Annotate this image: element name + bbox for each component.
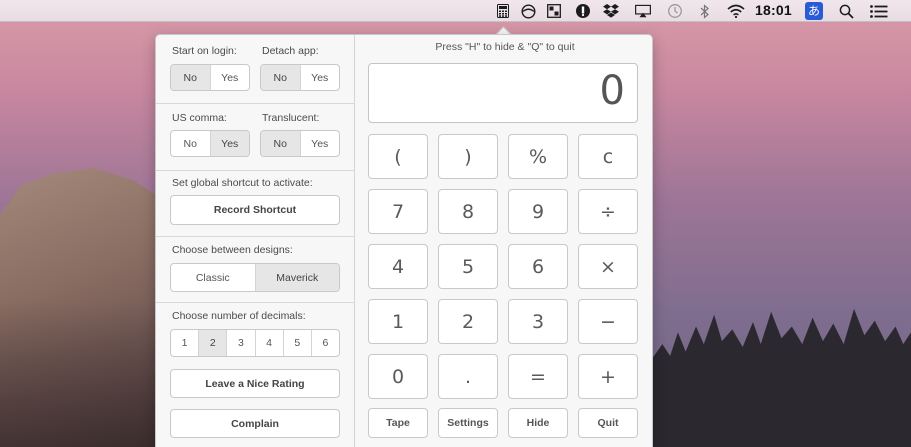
key-3[interactable]: 3: [508, 299, 568, 344]
us-comma-toggle: No Yes: [170, 130, 250, 157]
calculator-icon[interactable]: [495, 3, 511, 19]
design-section: Choose between designs: Classic Maverick: [156, 237, 355, 303]
sleep-icon[interactable]: [520, 3, 536, 19]
start-on-login-no[interactable]: No: [171, 65, 211, 90]
us-comma-no[interactable]: No: [171, 131, 211, 156]
tape-button[interactable]: Tape: [368, 408, 428, 438]
detach-app-no[interactable]: No: [261, 65, 301, 90]
keyboard-hint: Press "H" to hide & "Q" to quit: [435, 41, 575, 53]
design-toggle: Classic Maverick: [170, 263, 340, 292]
start-on-login-label: Start on login:: [172, 45, 237, 57]
cliff-shadow: [0, 300, 170, 447]
detach-app-yes[interactable]: Yes: [301, 65, 340, 90]
decimals-section: Choose number of decimals: 1 2 3 4 5 6 L…: [156, 303, 355, 447]
time-machine-icon[interactable]: [667, 3, 683, 19]
decimals-1[interactable]: 1: [171, 330, 200, 356]
record-shortcut-button[interactable]: Record Shortcut: [170, 195, 340, 225]
airplay-icon[interactable]: [635, 3, 651, 19]
key-equals[interactable]: =: [508, 354, 568, 399]
key-close-paren[interactable]: ): [438, 134, 498, 179]
design-label: Choose between designs:: [172, 244, 293, 256]
calculator-popover: Start on login: No Yes Detach app: No Ye…: [155, 34, 653, 447]
password-icon[interactable]: [575, 3, 591, 19]
key-percent[interactable]: %: [508, 134, 568, 179]
decimals-3[interactable]: 3: [227, 330, 256, 356]
decimals-selector: 1 2 3 4 5 6: [170, 329, 340, 357]
us-comma-label: US comma:: [172, 112, 227, 124]
rate-button[interactable]: Leave a Nice Rating: [170, 369, 340, 398]
decimals-6[interactable]: 6: [312, 330, 339, 356]
key-0[interactable]: 0: [368, 354, 428, 399]
key-subtract[interactable]: −: [578, 299, 638, 344]
hide-button[interactable]: Hide: [508, 408, 568, 438]
design-classic[interactable]: Classic: [171, 264, 256, 291]
key-5[interactable]: 5: [438, 244, 498, 289]
decimals-5[interactable]: 5: [284, 330, 312, 356]
translucent-label: Translucent:: [262, 112, 320, 124]
shortcut-label: Set global shortcut to activate:: [172, 177, 313, 189]
settings-button[interactable]: Settings: [438, 408, 498, 438]
decimals-4[interactable]: 4: [256, 330, 284, 356]
calculator-display: 0: [368, 63, 638, 123]
notification-center-icon[interactable]: [869, 3, 889, 19]
start-on-login-yes[interactable]: Yes: [211, 65, 250, 90]
key-clear[interactable]: c: [578, 134, 638, 179]
display-value: 0: [599, 68, 625, 114]
window-icon[interactable]: [546, 3, 562, 19]
key-7[interactable]: 7: [368, 189, 428, 234]
startup-section: Start on login: No Yes Detach app: No Ye…: [156, 35, 355, 104]
key-8[interactable]: 8: [438, 189, 498, 234]
shortcut-section: Set global shortcut to activate: Record …: [156, 171, 355, 237]
complain-button[interactable]: Complain: [170, 409, 340, 438]
translucent-no[interactable]: No: [261, 131, 301, 156]
key-decimal[interactable]: .: [438, 354, 498, 399]
decimals-2[interactable]: 2: [199, 330, 228, 356]
bluetooth-icon[interactable]: [697, 3, 713, 19]
key-open-paren[interactable]: (: [368, 134, 428, 179]
key-1[interactable]: 1: [368, 299, 428, 344]
key-6[interactable]: 6: [508, 244, 568, 289]
detach-app-label: Detach app:: [262, 45, 319, 57]
detach-app-toggle: No Yes: [260, 64, 340, 91]
translucent-toggle: No Yes: [260, 130, 340, 157]
settings-panel: Start on login: No Yes Detach app: No Ye…: [156, 35, 355, 447]
key-2[interactable]: 2: [438, 299, 498, 344]
menu-bar: 18:01 あ: [0, 0, 911, 22]
wifi-icon[interactable]: [726, 3, 746, 19]
key-add[interactable]: +: [578, 354, 638, 399]
start-on-login-toggle: No Yes: [170, 64, 250, 91]
spotlight-icon[interactable]: [838, 3, 854, 19]
key-multiply[interactable]: ×: [578, 244, 638, 289]
tree-line: [652, 308, 911, 447]
clock[interactable]: 18:01: [755, 2, 792, 18]
translucent-yes[interactable]: Yes: [301, 131, 340, 156]
design-maverick[interactable]: Maverick: [255, 264, 339, 291]
input-method-icon[interactable]: あ: [805, 2, 823, 20]
us-comma-yes[interactable]: Yes: [210, 131, 249, 156]
decimals-label: Choose number of decimals:: [172, 310, 306, 322]
key-4[interactable]: 4: [368, 244, 428, 289]
dropbox-icon[interactable]: [603, 3, 619, 19]
key-9[interactable]: 9: [508, 189, 568, 234]
appearance-section: US comma: No Yes Translucent: No Yes: [156, 104, 355, 171]
key-divide[interactable]: ÷: [578, 189, 638, 234]
quit-button[interactable]: Quit: [578, 408, 638, 438]
